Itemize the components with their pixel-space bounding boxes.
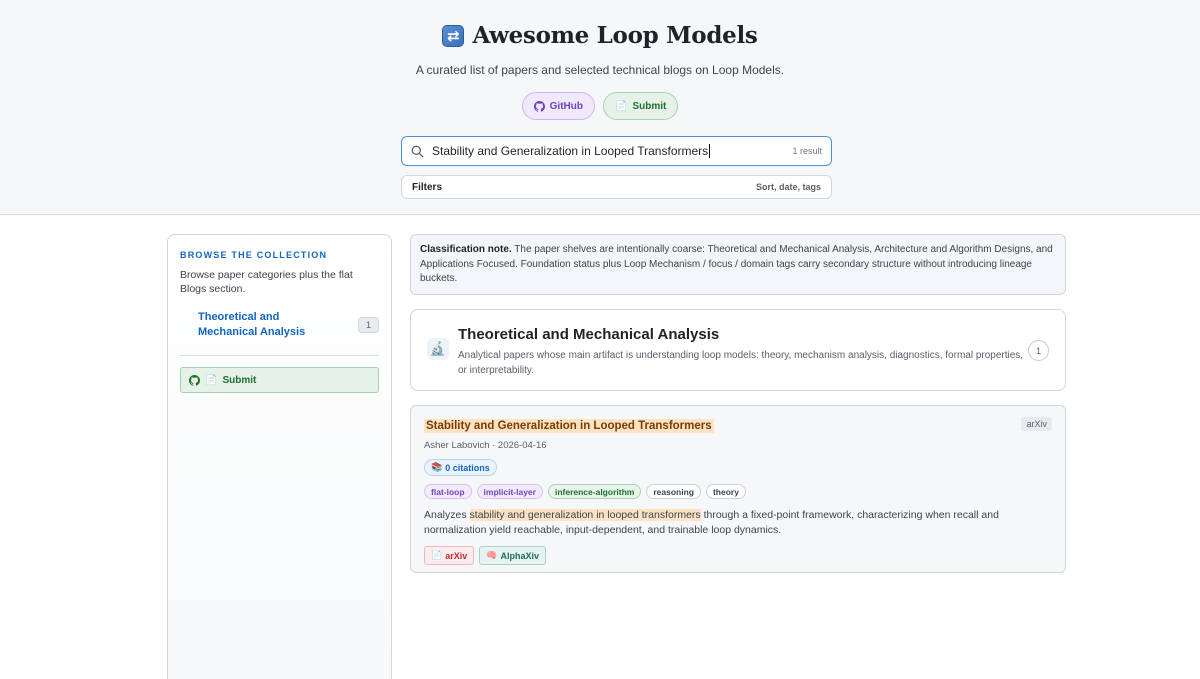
abstract-highlight: stability and generalization in looped t…: [469, 509, 701, 521]
github-button[interactable]: GitHub: [521, 92, 595, 120]
tag[interactable]: reasoning: [646, 484, 701, 499]
paper-source-badge: arXiv: [1021, 417, 1052, 431]
alphaxiv-link[interactable]: 🧠 AlphaXiv: [479, 546, 546, 565]
title-row: ⇄ Awesome Loop Models: [0, 22, 1200, 49]
paper-tags: flat-loop implicit-layer inference-algor…: [424, 484, 1052, 499]
search-icon: [411, 145, 424, 157]
category-description: Analytical papers whose main artifact is…: [458, 350, 1024, 376]
books-icon: 📚: [431, 462, 443, 472]
page-title: Awesome Loop Models: [472, 22, 758, 49]
sidebar: BROWSE THE COLLECTION Browse paper categ…: [167, 234, 392, 679]
arxiv-link[interactable]: 📄 arXiv: [424, 546, 475, 565]
sidebar-item-count: 1: [358, 317, 379, 333]
filters-toggle[interactable]: Filters Sort, date, tags: [401, 175, 832, 199]
github-icon: [533, 100, 545, 112]
microscope-icon: 🔬: [427, 338, 449, 360]
search-result-count: 1 result: [792, 146, 822, 156]
search-box[interactable]: Stability and Generalization in Looped T…: [401, 136, 832, 166]
category-title: Theoretical and Mechanical Analysis: [458, 326, 720, 343]
paper-meta: Asher Labovich · 2026-04-16: [424, 440, 547, 451]
filters-label: Filters: [412, 181, 443, 193]
submit-button[interactable]: 📄 Submit: [602, 92, 679, 120]
page-header: ⇄ Awesome Loop Models A curated list of …: [0, 0, 1200, 215]
github-icon: [189, 374, 200, 386]
paper-abstract: Analyzes stability and generalization in…: [424, 508, 1052, 538]
paper-links: 📄 arXiv 🧠 AlphaXiv: [424, 546, 1052, 565]
brain-icon: 🧠: [486, 550, 498, 560]
note-label: Classification note.: [420, 244, 512, 255]
tag[interactable]: inference-algorithm: [547, 484, 642, 499]
citations-badge: 📚 0 citations: [424, 459, 497, 476]
github-label: GitHub: [549, 100, 583, 112]
sidebar-submit-label: Submit: [222, 374, 257, 386]
sidebar-submit-button[interactable]: 📄 Submit: [180, 367, 379, 393]
category-card[interactable]: 🔬 Theoretical and Mechanical Analysis An…: [410, 309, 1066, 391]
arxiv-link-label: arXiv: [445, 550, 468, 561]
tag[interactable]: theory: [705, 484, 746, 499]
note-text: The paper shelves are intentionally coar…: [420, 244, 1053, 284]
sidebar-heading: BROWSE THE COLLECTION: [180, 250, 328, 260]
document-icon: 📄: [205, 374, 218, 386]
document-icon: 📄: [431, 550, 443, 560]
alphaxiv-link-label: AlphaXiv: [500, 550, 539, 561]
category-count: 1: [1028, 340, 1049, 361]
citations-label: 0 citations: [445, 462, 490, 473]
sidebar-item-theoretical[interactable]: Theoretical and Mechanical Analysis 1: [180, 310, 379, 340]
loop-arrows-icon: ⇄: [442, 24, 465, 47]
sidebar-description: Browse paper categories plus the flat Bl…: [180, 269, 353, 295]
paper-card: Stability and Generalization in Looped T…: [410, 405, 1066, 573]
submit-label: Submit: [632, 100, 667, 112]
sidebar-item-label: Theoretical and Mechanical Analysis: [198, 311, 306, 338]
tag[interactable]: flat-loop: [424, 484, 472, 499]
filters-hint: Sort, date, tags: [755, 182, 821, 192]
page-subtitle: A curated list of papers and selected te…: [415, 63, 785, 77]
tag[interactable]: implicit-layer: [476, 484, 543, 499]
header-buttons: GitHub 📄 Submit: [0, 92, 1200, 120]
search-input[interactable]: Stability and Generalization in Looped T…: [432, 144, 711, 158]
paper-title[interactable]: Stability and Generalization in Looped T…: [424, 419, 714, 433]
abstract-pre: Analyzes: [424, 509, 470, 521]
classification-note: Classification note. The paper shelves a…: [410, 234, 1066, 295]
sidebar-divider: [180, 355, 379, 356]
document-icon: 📄: [614, 100, 628, 112]
